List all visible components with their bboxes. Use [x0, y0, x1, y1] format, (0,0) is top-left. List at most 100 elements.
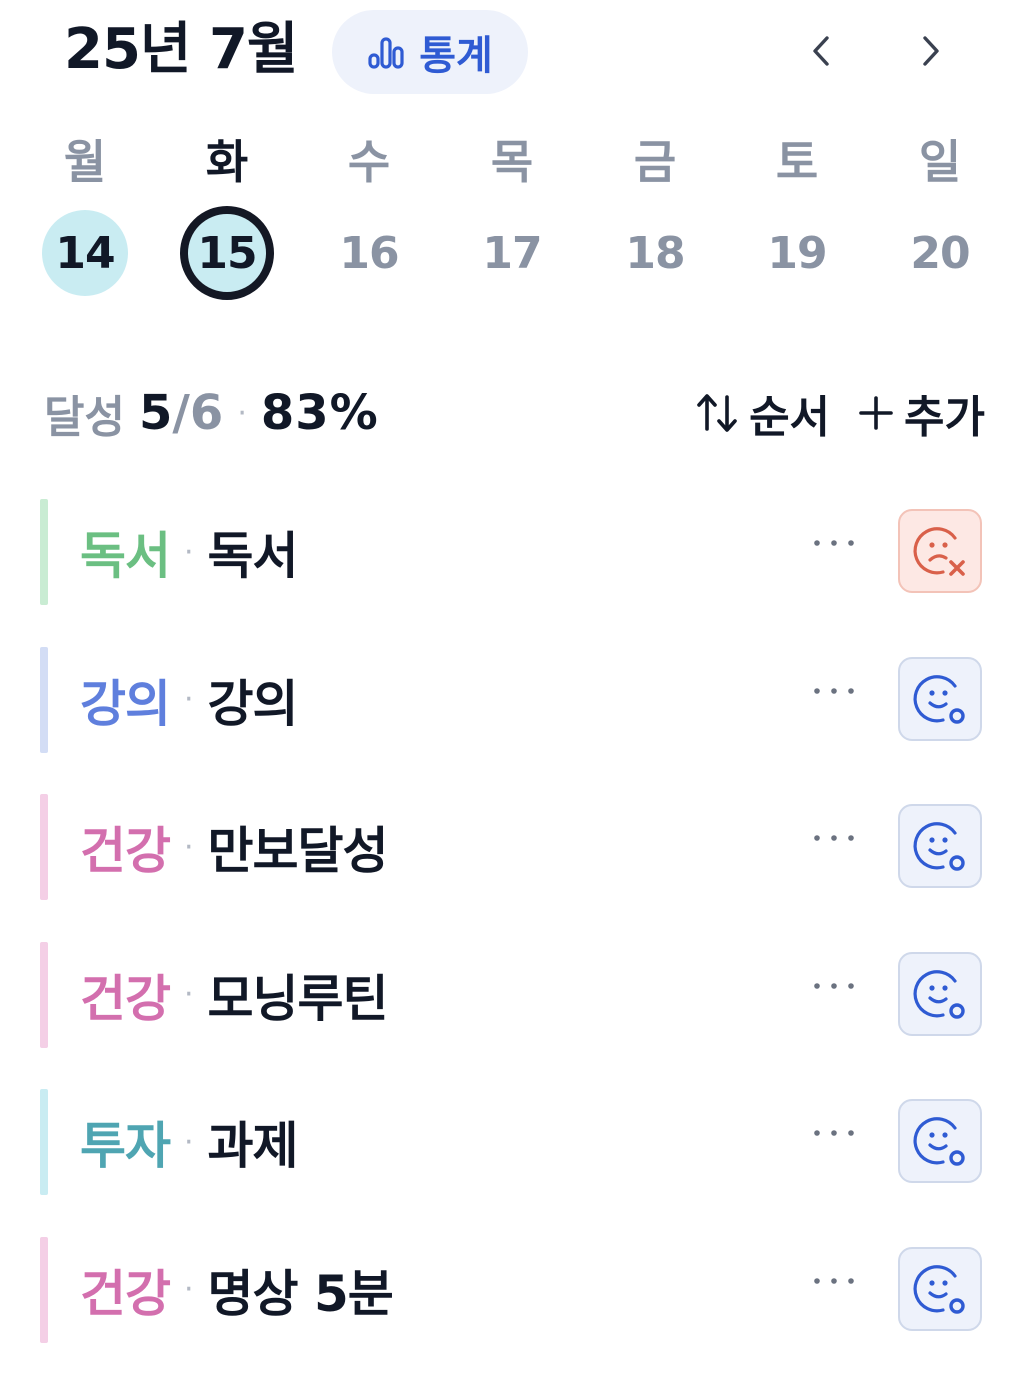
done-count: 5 — [138, 385, 173, 441]
habit-item[interactable]: 강의 · 강의 — [40, 645, 986, 755]
stats-button[interactable]: 통계 — [332, 10, 528, 94]
weekday-label: 일 — [918, 135, 962, 189]
habit-category: 독서 — [80, 527, 171, 585]
list-actions: 순서 추가 — [695, 380, 985, 446]
add-label: 추가 — [904, 392, 985, 443]
day-mon[interactable]: 월 14 — [14, 130, 156, 320]
day-thu[interactable]: 목 17 — [441, 130, 583, 320]
habit-item[interactable]: 건강 · 명상 5분 — [40, 1235, 986, 1345]
more-options-button[interactable] — [806, 818, 862, 858]
day-wed[interactable]: 수 16 — [298, 130, 440, 320]
day-tue[interactable]: 화 15 — [156, 130, 298, 320]
date-circle: 20 — [897, 210, 983, 296]
habit-item[interactable]: 투자 · 과제 — [40, 1087, 986, 1197]
habit-title: 명상 5분 — [207, 1264, 394, 1323]
week-strip: 월 14 화 15 수 16 목 17 금 18 토 19 일 20 — [14, 130, 1014, 320]
sort-label: 순서 — [749, 392, 831, 443]
habit-title: 모닝루틴 — [207, 969, 389, 1028]
next-week-button[interactable] — [906, 26, 956, 76]
date-number: 17 — [482, 227, 542, 279]
category-color-bar — [40, 1236, 48, 1343]
habit-title: 만보달성 — [207, 822, 389, 880]
chevron-left-icon — [813, 36, 829, 66]
habit-separator: · — [184, 977, 194, 1012]
date-circle: 18 — [612, 210, 698, 296]
more-horizontal-icon — [814, 835, 854, 841]
summary-separator: · — [237, 395, 247, 431]
status-button-pending[interactable] — [898, 1099, 982, 1183]
stats-label: 통계 — [419, 33, 493, 79]
habit-title: 강의 — [207, 674, 299, 733]
habit-separator: · — [184, 534, 194, 570]
habit-title: 과제 — [207, 1117, 299, 1175]
status-button-pending[interactable] — [898, 1246, 982, 1331]
status-button-pending[interactable] — [898, 656, 982, 741]
date-circle-done: 14 — [42, 210, 128, 296]
more-options-button[interactable] — [806, 966, 862, 1006]
month-title: 25년 7월 — [64, 17, 298, 82]
day-fri[interactable]: 금 18 — [584, 130, 726, 320]
date-number: 15 — [197, 227, 257, 279]
habit-separator: · — [184, 829, 194, 865]
smile-face-icon — [913, 1264, 965, 1314]
smile-face-icon — [913, 674, 965, 724]
date-circle: 16 — [326, 210, 412, 296]
date-circle: 17 — [469, 210, 555, 296]
habit-list: 독서 · 독서 강의 · 강의 건강 · 만보달성 건강 · 모닝루틴 투자 ·… — [40, 497, 986, 1382]
habit-category: 건강 — [80, 969, 171, 1028]
date-circle: 19 — [754, 210, 840, 296]
more-options-button[interactable] — [806, 523, 862, 563]
more-horizontal-icon — [814, 1130, 854, 1136]
habit-separator: · — [184, 1124, 194, 1160]
habit-category: 강의 — [80, 674, 171, 733]
more-options-button[interactable] — [806, 1261, 862, 1301]
bar-chart-icon — [368, 37, 404, 69]
achievement-label: 달성 — [44, 392, 125, 443]
status-button-pending[interactable] — [898, 804, 982, 888]
habit-category: 투자 — [80, 1117, 171, 1175]
habit-item[interactable]: 건강 · 만보달성 — [40, 792, 986, 902]
day-sun[interactable]: 일 20 — [869, 130, 1011, 320]
sad-face-x-icon — [913, 527, 965, 576]
habit-separator: · — [184, 682, 194, 717]
date-number: 14 — [55, 227, 115, 279]
add-button[interactable]: 추가 — [856, 381, 985, 445]
more-options-button[interactable] — [806, 671, 862, 711]
header: 25년 7월 통계 — [0, 0, 1025, 110]
weekday-label: 수 — [347, 135, 391, 189]
day-sat[interactable]: 토 19 — [726, 130, 868, 320]
achievement-percent: 83% — [260, 385, 379, 441]
more-horizontal-icon — [814, 687, 854, 694]
category-color-bar — [40, 1089, 48, 1195]
smile-face-icon — [913, 969, 965, 1019]
weekday-label: 목 — [490, 135, 534, 189]
date-number: 18 — [625, 227, 685, 279]
habit-title: 독서 — [207, 527, 299, 585]
habit-item[interactable]: 건강 · 모닝루틴 — [40, 940, 986, 1050]
total-count: /6 — [172, 385, 224, 441]
habit-item[interactable]: 독서 · 독서 — [40, 497, 986, 607]
sort-arrows-icon — [697, 394, 737, 432]
habit-separator: · — [184, 1272, 194, 1307]
plus-icon — [859, 396, 893, 430]
more-horizontal-icon — [814, 982, 854, 989]
smile-face-icon — [913, 1117, 965, 1166]
more-options-button[interactable] — [806, 1113, 862, 1153]
date-circle-today: 15 — [180, 206, 274, 300]
weekday-label: 월 — [63, 135, 107, 189]
habit-category: 건강 — [80, 822, 171, 880]
category-color-bar — [40, 941, 48, 1048]
weekday-label-selected: 화 — [205, 135, 249, 189]
status-button-failed[interactable] — [898, 509, 982, 593]
more-horizontal-icon — [814, 1277, 854, 1284]
date-number: 20 — [910, 227, 970, 279]
category-color-bar — [40, 646, 48, 753]
chevron-right-icon — [923, 36, 939, 66]
sort-button[interactable]: 순서 — [695, 381, 830, 445]
more-horizontal-icon — [814, 540, 854, 546]
status-button-pending[interactable] — [898, 951, 982, 1036]
date-number: 19 — [767, 227, 827, 279]
date-number: 16 — [339, 227, 399, 279]
category-color-bar — [40, 794, 48, 900]
prev-week-button[interactable] — [796, 26, 846, 76]
